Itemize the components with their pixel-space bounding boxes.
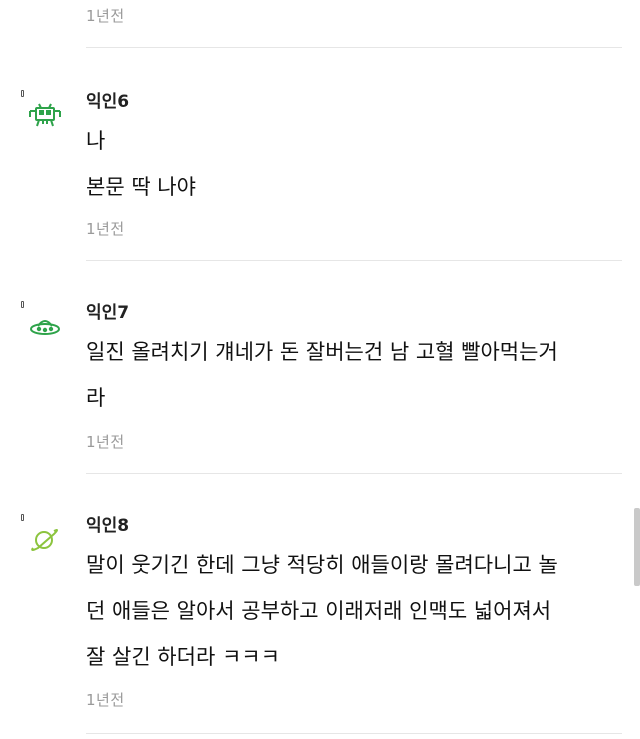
- comment-time: 1년전: [86, 220, 125, 238]
- comment-body: 말이 웃기긴 한데 그냥 적당히 애들이랑 몰려다니고 놀 던 애들은 알아서 …: [86, 542, 626, 680]
- comment-time: 1년전: [86, 433, 125, 451]
- comment-line: 라: [86, 386, 106, 410]
- pixel-invader-icon: [28, 102, 62, 130]
- divider: [86, 733, 622, 734]
- comment-line: 말이 웃기긴 한데 그냥 적당히 애들이랑 몰려다니고 놀: [86, 553, 558, 577]
- comment-feed: 1년전 익인6 나 본문 딱 나야 1년전 익인7 일진 올려치기 걔네가 돈 …: [0, 0, 640, 739]
- comment-time: 1년전: [86, 691, 125, 709]
- comment-marker-icon: [21, 301, 24, 308]
- ufo-icon: [28, 313, 62, 341]
- comment-line: 던 애들은 알아서 공부하고 이래저래 인맥도 넓어져서: [86, 599, 552, 623]
- divider: [86, 473, 622, 474]
- planet-icon: [28, 526, 62, 554]
- comment-marker-icon: [21, 90, 24, 97]
- divider: [86, 260, 622, 261]
- comment-nickname[interactable]: 익인6: [86, 87, 129, 112]
- comment-line: 잘 살긴 하더라 ㅋㅋㅋ: [86, 645, 280, 669]
- previous-comment-time: 1년전: [86, 7, 125, 25]
- comment-body: 일진 올려치기 걔네가 돈 잘버는건 남 고혈 빨아먹는거 라: [86, 329, 626, 421]
- comment-line: 본문 딱 나야: [86, 175, 196, 199]
- divider: [86, 47, 622, 48]
- comment-nickname[interactable]: 익인8: [86, 511, 129, 536]
- comment-line: 일진 올려치기 걔네가 돈 잘버는건 남 고혈 빨아먹는거: [86, 340, 558, 364]
- scrollbar[interactable]: [634, 508, 640, 586]
- comment-marker-icon: [21, 514, 24, 521]
- comment-line: 나: [86, 129, 106, 153]
- comment-nickname[interactable]: 익인7: [86, 298, 129, 323]
- comment-body: 나 본문 딱 나야: [86, 118, 626, 210]
